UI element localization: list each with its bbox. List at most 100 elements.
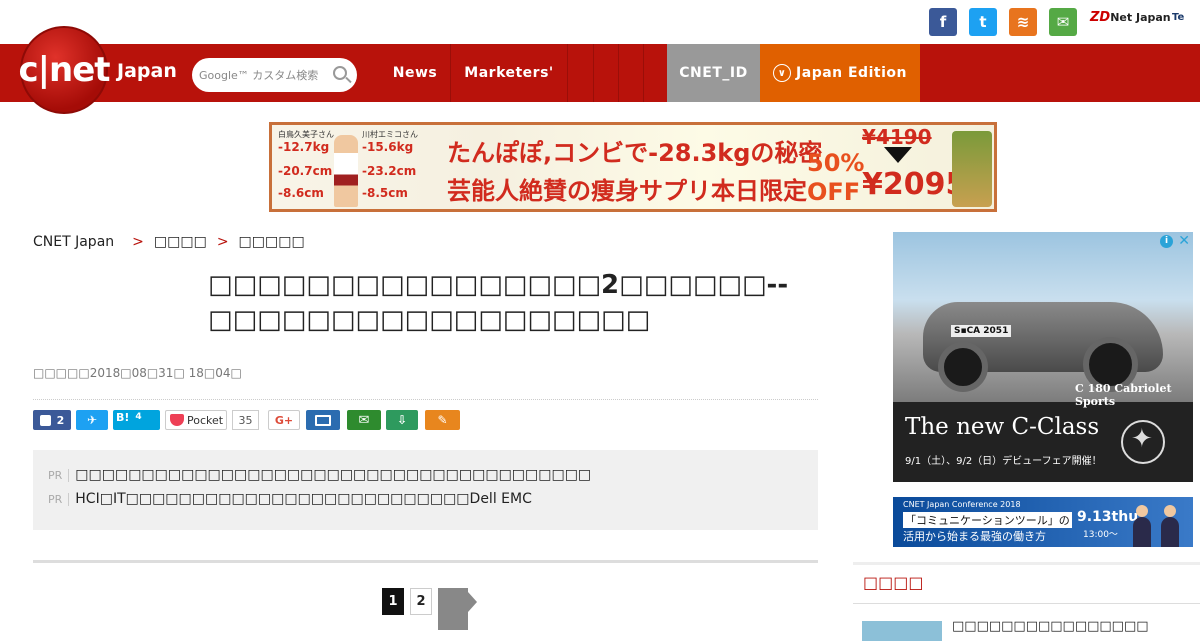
facebook-share-count: 2: [56, 413, 65, 427]
pr-link-2-text: HCI□IT□□□□□□□□□□□□□□□□□□□□□□□□□□Dell EMC: [75, 491, 532, 507]
paperclip-glyph: ✎: [437, 413, 448, 427]
adchoices-icon[interactable]: i: [1160, 235, 1173, 248]
page-1-button[interactable]: 1: [382, 588, 404, 615]
nav-japan-edition-label: Japan Edition: [796, 65, 907, 81]
breadcrumb-level2[interactable]: □□□□□: [239, 234, 305, 250]
car-wheel: [938, 342, 988, 392]
ad-old-price: ¥4190: [862, 125, 932, 149]
nav-cnet-id[interactable]: CNET_ID: [667, 44, 760, 102]
search-input[interactable]: Google™ カスタム検索: [192, 58, 357, 92]
ad-person2-name: 川村エミコさん: [362, 130, 418, 139]
breadcrumb-level1[interactable]: □□□□: [154, 234, 207, 250]
nav-empty-4[interactable]: [643, 44, 667, 102]
nav-empty-3[interactable]: [618, 44, 643, 102]
zdnet-logo-text: Net Japan: [1110, 11, 1171, 24]
car-ad-subtext: 9/1（土）、9/2（日）デビューフェア開催！: [905, 456, 1102, 467]
facebook-icon[interactable]: f: [929, 8, 957, 36]
zdnet-logo-mark: ZD: [1090, 10, 1111, 25]
pr-tag: PR: [48, 468, 70, 482]
save-icon[interactable]: ⇩: [386, 410, 418, 430]
print-icon[interactable]: [306, 410, 340, 430]
techrepublic-link[interactable]: Te: [1172, 12, 1184, 23]
google-plus-button[interactable]: G+: [268, 410, 300, 430]
sidebar-item-link[interactable]: □□□□□□□□□□□□□□□□: [952, 619, 1149, 634]
close-icon[interactable]: ✕: [1178, 233, 1190, 249]
envelope-glyph: ✉: [358, 412, 370, 428]
pocket-button[interactable]: Pocket: [165, 410, 227, 430]
pr-link-1[interactable]: PR □□□□□□□□□□□□□□□□□□□□□□□□□□□□□□□□□□□□□…: [48, 467, 591, 483]
nav-marketers[interactable]: Marketers': [450, 44, 567, 102]
facebook-icon: [39, 414, 51, 426]
ad-person2-thigh: -8.5cm: [362, 186, 408, 200]
pocket-label: Pocket: [187, 413, 224, 427]
breadcrumb-home[interactable]: CNET Japan: [33, 234, 114, 250]
clip-icon[interactable]: ✎: [425, 410, 460, 430]
hatena-count: 4: [135, 412, 142, 422]
mail-icon[interactable]: ✉: [1049, 8, 1077, 36]
sidebar-item-thumbnail[interactable]: [862, 621, 942, 641]
nav-empty-2[interactable]: [593, 44, 618, 102]
download-glyph: ⇩: [396, 413, 408, 427]
divider: [33, 560, 818, 563]
twitter-icon: ✈: [86, 413, 98, 427]
conference-name: CNET Japan Conference 2018: [903, 500, 1021, 509]
logo-japan-text: Japan: [117, 60, 177, 82]
breadcrumb-separator: >: [132, 234, 144, 250]
search-placeholder: Google™ カスタム検索: [199, 69, 319, 82]
cnet-logo[interactable]: c|net: [18, 26, 111, 114]
print-glyph: [315, 414, 331, 426]
speaker-figure: [1161, 505, 1179, 547]
ad-person1-figure: [334, 135, 358, 207]
ad-person2-weight: -15.6kg: [362, 140, 414, 154]
nav-empty-1[interactable]: [567, 44, 593, 102]
pocket-icon: [170, 414, 184, 426]
next-page-arrow-icon[interactable]: [438, 588, 477, 630]
car-model-label: C 180 Cabriolet Sports: [1075, 382, 1172, 408]
conference-line-2: 活用から始まる最強の働き方: [903, 530, 1046, 543]
breadcrumb: CNET Japan > □□□□ > □□□□□: [33, 234, 305, 250]
article-date: □□□□□2018□08□31□ 18□04□: [33, 366, 242, 380]
arrow-down-icon: [884, 147, 912, 163]
car-ad-image: S▪CA 2051 C 180 Cabriolet Sports: [893, 232, 1193, 408]
ad-headline-1: たんぽぽ,コンビで-28.3kgの秘密: [447, 139, 823, 167]
conference-line-1: 「コミュニケーションツール」の: [903, 512, 1072, 528]
nav-japan-edition[interactable]: ∨ Japan Edition: [760, 44, 920, 102]
ad-discount-pct: 50%: [807, 149, 865, 177]
speaker-figure: [1133, 505, 1151, 547]
sidebar-section-heading: □□□□: [853, 562, 1200, 604]
pr-link-1-text: □□□□□□□□□□□□□□□□□□□□□□□□□□□□□□□□□□□□□□□: [75, 467, 592, 483]
ad-headline-2: 芸能人絶賛の痩身サプリ本日限定: [447, 177, 807, 205]
ad-discount-word: OFF: [807, 177, 861, 206]
email-icon[interactable]: ✉: [347, 410, 381, 430]
rss-icon[interactable]: ≋: [1009, 8, 1037, 36]
search-icon[interactable]: [333, 66, 347, 80]
breadcrumb-separator: >: [216, 234, 229, 250]
facebook-share-button[interactable]: 2: [33, 410, 71, 430]
pocket-count: 35: [232, 410, 259, 430]
ad-discount: 50% OFF: [807, 149, 864, 207]
hatena-bookmark-button[interactable]: B! 4: [113, 410, 160, 430]
ad-new-price: ¥2095: [862, 167, 967, 202]
twitter-icon[interactable]: t: [969, 8, 997, 36]
nav-news[interactable]: News: [380, 44, 450, 102]
conference-speakers-image: [1129, 503, 1187, 547]
mercedes-logo-icon: [1121, 420, 1165, 464]
sidebar-car-ad[interactable]: S▪CA 2051 C 180 Cabriolet Sports The new…: [893, 232, 1193, 482]
pr-box: PR □□□□□□□□□□□□□□□□□□□□□□□□□□□□□□□□□□□□□…: [33, 450, 818, 530]
divider: [33, 399, 818, 400]
twitter-share-button[interactable]: ✈: [76, 410, 108, 430]
ad-person2-waist: -23.2cm: [362, 164, 417, 178]
chevron-down-icon: ∨: [773, 64, 792, 82]
top-bar: f t ≋ ✉ ZDNet Japan Te: [0, 0, 1200, 44]
page-2-button[interactable]: 2: [410, 588, 432, 615]
car-ad-headline: The new C-Class: [905, 414, 1100, 440]
pr-link-2[interactable]: PR HCI□IT□□□□□□□□□□□□□□□□□□□□□□□□□□Dell …: [48, 491, 532, 507]
ad-product-image: [952, 131, 992, 207]
conference-time: 13:00〜: [1083, 530, 1118, 540]
ad-banner[interactable]: 白鳥久美子さん -12.7kg -20.7cm -8.6cm 川村エミコさん -…: [269, 122, 997, 212]
zdnet-japan-link[interactable]: ZDNet Japan: [1090, 10, 1171, 25]
page-title: □□□□□□□□□□□□□□□□2□□□□□□--□□□□□□□□□□□□□□□…: [208, 270, 789, 335]
conference-banner[interactable]: CNET Japan Conference 2018 「コミュニケーションツール…: [893, 497, 1193, 547]
car-plate: S▪CA 2051: [951, 325, 1012, 337]
hatena-icon: B!: [116, 410, 130, 424]
